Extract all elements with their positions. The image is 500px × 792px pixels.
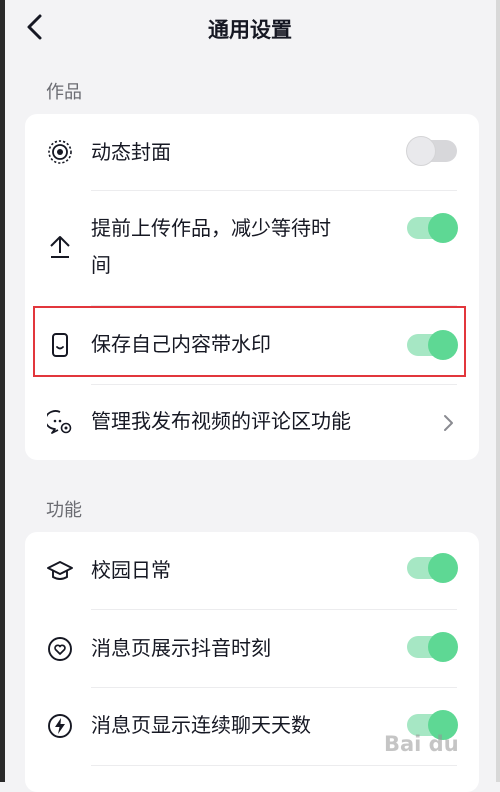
chevron-right-icon[interactable] [441, 413, 455, 433]
pre-upload-toggle[interactable] [407, 213, 458, 243]
setting-label: 管理我发布视频的评论区功能 [91, 409, 351, 433]
setting-label-line2: 间 [91, 253, 111, 277]
upload-icon [50, 236, 70, 258]
setting-row-campus-daily: 校园日常 [25, 532, 479, 609]
streak-lightning-icon [48, 714, 72, 738]
dynamic-cover-toggle[interactable] [406, 136, 457, 166]
highlight-box [33, 306, 466, 377]
graduation-cap-icon [47, 561, 73, 580]
douyin-moments-toggle[interactable] [407, 632, 458, 662]
setting-label: 动态封面 [91, 140, 171, 164]
setting-row-comment-management[interactable]: 管理我发布视频的评论区功能 [25, 385, 479, 460]
section-label-works: 作品 [46, 82, 82, 103]
right-edge [496, 0, 500, 782]
page-title: 通用设置 [208, 18, 292, 42]
left-edge [0, 0, 5, 782]
setting-label: 校园日常 [91, 558, 171, 582]
live-cover-icon [48, 140, 72, 164]
setting-row-douyin-moments: 消息页展示抖音时刻 [25, 610, 479, 687]
campus-daily-toggle[interactable] [407, 553, 458, 583]
setting-label: 消息页展示抖音时刻 [91, 636, 271, 660]
setting-label-line1: 提前上传作品，减少等待时 [91, 216, 331, 240]
heart-moment-icon [48, 637, 72, 661]
setting-label: 消息页显示连续聊天天数 [91, 713, 311, 737]
comment-settings-icon [47, 410, 72, 434]
section-label-features: 功能 [46, 500, 82, 521]
works-settings-card: 动态封面 提前上传作品，减少等待时 间 保存自己内容带水印 管理我发布视频的评论… [25, 114, 479, 460]
setting-row-dynamic-cover: 动态封面 [25, 114, 479, 190]
header: 通用设置 [0, 0, 500, 56]
baidu-watermark: Bai du [384, 732, 459, 756]
divider [91, 765, 457, 766]
setting-row-pre-upload: 提前上传作品，减少等待时 间 [25, 191, 479, 305]
